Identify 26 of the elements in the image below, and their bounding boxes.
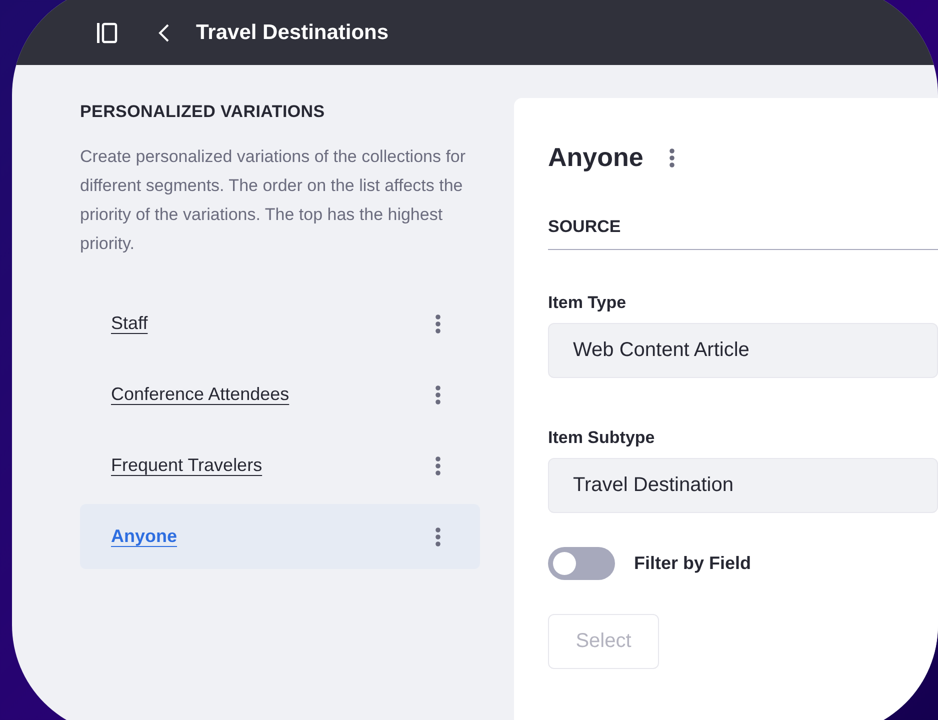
variation-title: Anyone (548, 142, 644, 173)
variation-link[interactable]: Frequent Travelers (111, 455, 262, 476)
page-title: Travel Destinations (196, 20, 389, 44)
select-field[interactable]: Travel Destination (548, 458, 938, 513)
vertical-dots-icon[interactable] (435, 526, 441, 546)
back-chevron-icon[interactable] (158, 22, 170, 42)
toggle-label: Filter by Field (634, 553, 752, 574)
field-label: Item Type (548, 293, 628, 313)
description-text: Create personalized variations of the collections for different segments. The order on the list affects the priority of the variations. The top has the highest priority. (80, 146, 467, 255)
variation-link[interactable]: Conference Attendees (111, 384, 290, 405)
vertical-dots-icon[interactable] (435, 384, 441, 404)
section-heading: PERSONALIZED VARIATIONS (80, 102, 326, 122)
variation-row[interactable]: Anyone (80, 504, 480, 569)
toggle-switch[interactable] (548, 547, 615, 580)
variation-link[interactable]: Anyone (111, 526, 178, 547)
variation-row[interactable]: Staff (80, 291, 480, 356)
vertical-dots-icon[interactable] (435, 314, 441, 334)
variation-row[interactable]: Frequent Travelers (80, 433, 480, 498)
field-label: Item Subtype (548, 428, 656, 448)
vertical-dots-icon[interactable] (669, 148, 676, 168)
vertical-dots-icon[interactable] (435, 456, 441, 476)
select-field[interactable]: Web Content Article (548, 323, 938, 378)
section-heading: SOURCE (548, 217, 938, 250)
variation-link[interactable]: Staff (111, 313, 148, 334)
sidebar-toggle-icon[interactable] (96, 22, 118, 44)
variation-row[interactable]: Conference Attendees (80, 362, 480, 427)
